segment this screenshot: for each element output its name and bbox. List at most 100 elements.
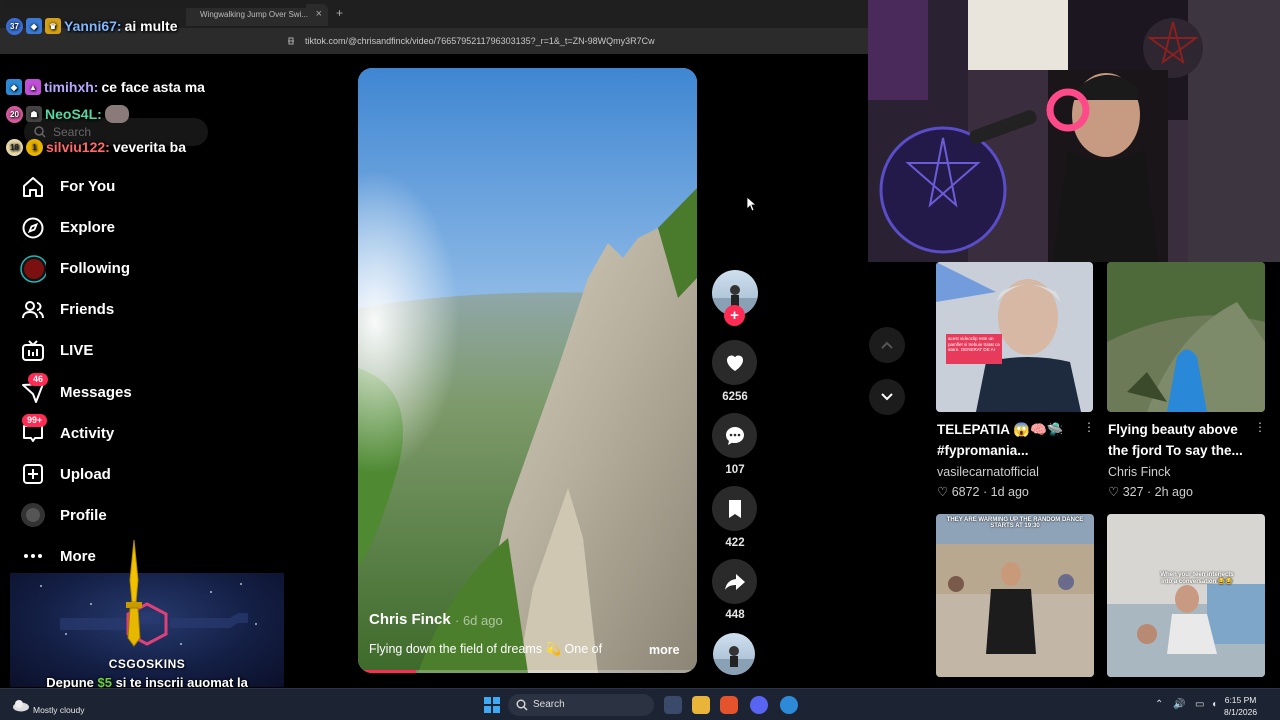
rec-thumbnail-image <box>936 514 1094 677</box>
heart-outline-icon: ♡ <box>937 485 949 499</box>
speaker-icon[interactable]: 🔊 <box>1173 699 1185 710</box>
activity-badge: 99+ <box>22 414 48 428</box>
sidebar-item-label: More <box>60 547 96 565</box>
chevron-up-icon[interactable]: ⌃ <box>1155 699 1163 710</box>
rec-options-icon[interactable]: ⋮ <box>1083 420 1095 434</box>
rec-title[interactable]: TELEPATIA 😱🧠🛸 #fypromania... <box>937 419 1064 461</box>
sidebar-item-messages[interactable]: 46 Messages <box>20 371 260 412</box>
caption-more-button[interactable]: more <box>649 643 680 657</box>
rec-thumbnail[interactable]: acest videoclip este un pamflet si trebu… <box>936 262 1093 412</box>
rec-thumb-caption: THEY ARE WARMING UP THE RANDOM DANCE STA… <box>946 517 1084 529</box>
rec-author[interactable]: Chris Finck <box>1108 465 1171 479</box>
sidebar-item-explore[interactable]: Explore <box>20 207 260 248</box>
next-video-button[interactable] <box>869 379 905 415</box>
home-icon <box>20 174 46 200</box>
profile-avatar-icon <box>20 502 46 528</box>
chat-message: 37 ◆ ♛ Yanni67: ai multe <box>6 16 178 36</box>
chat-badge-icon: ◆ <box>26 18 42 34</box>
emote-icon <box>104 105 129 123</box>
heart-icon <box>726 355 743 371</box>
sidebar-item-profile[interactable]: Profile <box>20 495 260 536</box>
rec-thumbnail[interactable]: When your teen interjects into a convers… <box>1107 514 1265 677</box>
chat-username: silviu122: <box>46 139 110 155</box>
tab-title: Wingwalking Jump Over Swi... <box>200 10 309 19</box>
share-arrow-icon <box>724 573 745 590</box>
video-author[interactable]: Chris Finck <box>369 611 451 628</box>
windows-taskbar: Mostly cloudy Search ⌃ 🔊 ▭ ◖ 6:15 PM 8/1… <box>0 688 1280 720</box>
chat-top-strip <box>6 0 306 8</box>
messages-badge: 46 <box>28 373 49 387</box>
save-button[interactable] <box>712 486 757 531</box>
knife-icon <box>126 540 142 647</box>
rec-author[interactable]: vasilecarnatofficial <box>937 465 1039 479</box>
more-dots-icon <box>20 543 46 569</box>
sidebar-item-activity[interactable]: 99+ Activity <box>20 413 260 454</box>
rec-thumbnail-image <box>1107 262 1265 412</box>
sidebar-item-friends[interactable]: Friends <box>20 289 260 330</box>
volume-icon[interactable]: ◖ <box>1211 699 1217 710</box>
compass-icon <box>20 215 46 241</box>
chat-username: Yanni67: <box>64 18 122 34</box>
sidebar-item-label: Explore <box>60 219 116 237</box>
mouse-cursor-icon <box>746 196 756 212</box>
video-time: · 6d ago <box>455 613 503 628</box>
chat-badge-icon: ▲ <box>25 79 41 95</box>
sidebar-item-live[interactable]: LIVE <box>20 330 260 371</box>
taskbar-search-label: Search <box>533 699 565 710</box>
close-tab-icon[interactable]: × <box>316 8 322 20</box>
chat-text: ai multe <box>124 18 178 34</box>
bookmark-icon <box>728 499 741 518</box>
rec-title[interactable]: Flying beauty above the fjord To say the… <box>1108 419 1243 461</box>
sidebar-item-label: Profile <box>60 506 107 524</box>
video-progress-bar[interactable] <box>358 670 697 673</box>
taskbar-clock[interactable]: 6:15 PM 8/1/2026 <box>1224 694 1257 718</box>
sidebar-item-label: For You <box>60 178 116 196</box>
chat-message: ◆ ▲ timihxh: ce face asta ma <box>6 77 205 97</box>
chat-message: 18 1 silviu122: veverita ba <box>6 137 186 157</box>
crown-icon: ♛ <box>45 18 61 34</box>
search-icon <box>516 699 528 711</box>
comment-count: 107 <box>725 464 745 476</box>
taskbar-search[interactable]: Search <box>508 694 654 716</box>
rec-stats: ♡ 6872 · 1d ago <box>937 485 1029 499</box>
sidebar-nav: For You Explore Following Friends LIVE 4… <box>20 166 260 577</box>
video-frame <box>358 68 697 673</box>
share-button[interactable] <box>712 559 757 604</box>
live-tv-icon <box>20 338 46 364</box>
share-count: 448 <box>725 609 745 621</box>
rec-options-icon[interactable]: ⋮ <box>1254 420 1266 434</box>
follow-plus-button[interactable]: + <box>724 305 745 326</box>
sidebar-item-label: Messages <box>60 383 132 401</box>
rec-thumbnail[interactable] <box>1107 262 1265 412</box>
network-icon[interactable]: ▭ <box>1195 699 1204 710</box>
brave-browser-icon[interactable] <box>720 696 738 714</box>
sidebar-item-label: Activity <box>60 424 115 442</box>
webcam-overlay <box>868 0 1280 262</box>
sound-avatar[interactable] <box>713 633 755 675</box>
chat-badge-icon: ☗ <box>26 106 42 122</box>
url-text[interactable]: tiktok.com/@chrisandfinck/video/76657952… <box>305 36 655 46</box>
app-icon[interactable] <box>780 696 798 714</box>
new-tab-icon[interactable]: + <box>336 6 343 20</box>
task-view-icon[interactable] <box>664 696 682 714</box>
save-count: 422 <box>725 537 745 549</box>
video-player[interactable]: Chris Finck · 6d ago Flying down the fie… <box>358 68 697 673</box>
like-button[interactable] <box>712 340 757 385</box>
site-info-icon[interactable] <box>286 36 296 46</box>
rec-stats: ♡ 327 · 2h ago <box>1108 485 1193 499</box>
sidebar-item-label: Friends <box>60 301 115 319</box>
windows-start-icon[interactable] <box>484 697 500 713</box>
rec-thumb-caption: acest videoclip este un pamflet si trebu… <box>948 336 1000 352</box>
sidebar-item-following[interactable]: Following <box>20 248 260 289</box>
sidebar-item-for-you[interactable]: For You <box>20 166 260 207</box>
chat-username: NeoS4L: <box>45 106 102 122</box>
previous-video-button[interactable] <box>869 327 905 363</box>
file-explorer-icon[interactable] <box>692 696 710 714</box>
chat-level-badge: 37 <box>6 17 23 35</box>
sidebar-item-upload[interactable]: Upload <box>20 454 260 495</box>
rec-thumbnail[interactable]: THEY ARE WARMING UP THE RANDOM DANCE STA… <box>936 514 1094 677</box>
discord-icon[interactable] <box>750 696 768 714</box>
chat-badge-icon: ◆ <box>6 79 22 95</box>
comment-button[interactable] <box>712 413 757 458</box>
weather-text[interactable]: Mostly cloudy <box>33 705 85 715</box>
